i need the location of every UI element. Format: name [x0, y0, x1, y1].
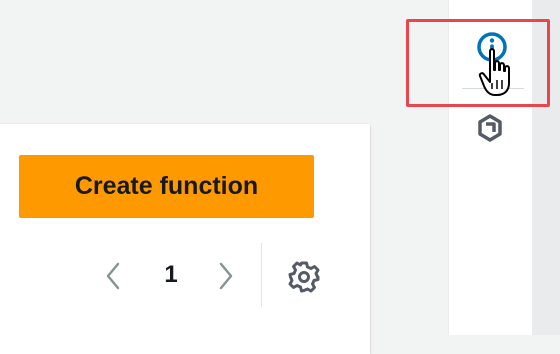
chevron-left-icon	[106, 262, 120, 290]
preferences-button[interactable]	[284, 257, 324, 297]
gear-icon	[288, 261, 320, 293]
current-page-number[interactable]: 1	[158, 260, 184, 290]
chevron-right-icon	[219, 262, 233, 290]
info-icon	[477, 32, 507, 62]
create-function-label: Create function	[74, 172, 259, 200]
next-page-button[interactable]	[211, 258, 241, 294]
hex-shortcuts-icon	[478, 114, 502, 142]
create-function-button[interactable]: Create function	[19, 155, 314, 218]
toolbar-divider	[261, 243, 262, 307]
tools-divider	[462, 88, 524, 89]
shortcuts-button[interactable]	[472, 110, 508, 146]
scrollbar-track[interactable]	[532, 0, 560, 335]
info-button[interactable]	[472, 27, 512, 67]
previous-page-button[interactable]	[98, 258, 128, 294]
